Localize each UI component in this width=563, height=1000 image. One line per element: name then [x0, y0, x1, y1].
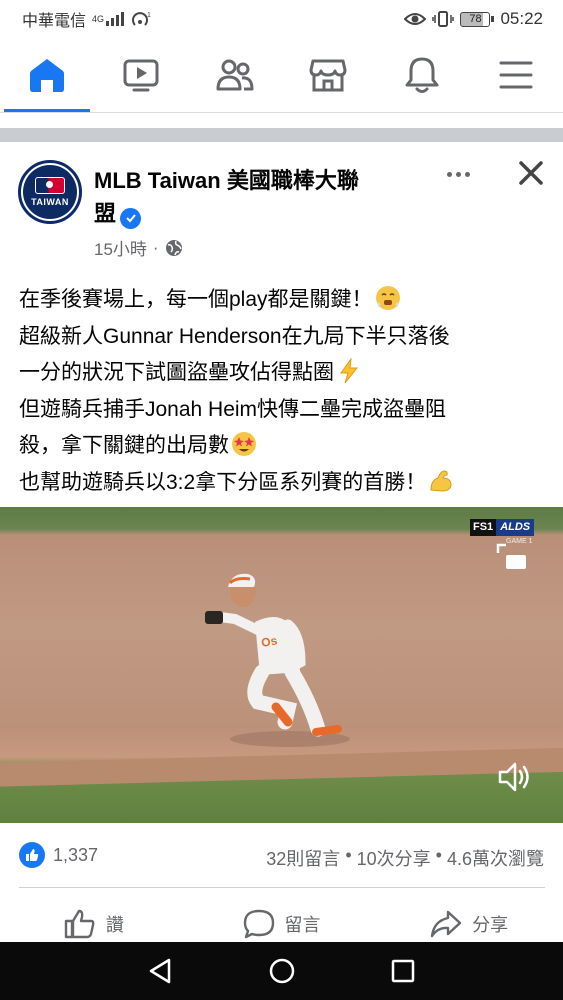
- video-icon: [123, 59, 159, 92]
- eye-icon: [404, 13, 427, 25]
- page-name-line1: MLB Taiwan 美國職棒大聯: [94, 168, 359, 193]
- avatar[interactable]: TAIWAN: [18, 160, 82, 224]
- avatar-text: TAIWAN: [31, 197, 69, 207]
- status-bar: 中華電信 4G 1 78 05:22: [0, 0, 563, 38]
- stats-separator: •: [340, 845, 357, 865]
- vibrate-icon: [432, 11, 455, 27]
- tab-friends[interactable]: [188, 38, 282, 112]
- comment-label: 留言: [284, 915, 321, 935]
- post-header: TAIWAN MLB Taiwan 美國職棒大聯 盟 15小時 ·: [0, 142, 563, 267]
- network-badge: FS1: [470, 519, 497, 536]
- stats-divider: [19, 887, 545, 888]
- star-struck-emoji-icon: [232, 432, 256, 456]
- post-line: 一分的狀況下試圖盜壘攻佔得點圈: [19, 355, 549, 392]
- post-line: 在季後賽場上，每一個play都是關鍵！: [19, 282, 549, 319]
- menu-icon: [499, 61, 533, 89]
- stats-separator: •: [430, 845, 447, 865]
- system-nav-bar: [0, 942, 563, 1000]
- post-line: 但遊騎兵捕手Jonah Heim快傳二壘完成盜壘阻: [19, 397, 447, 421]
- post-line: 殺，拿下關鍵的出局數: [19, 428, 549, 465]
- hotspot-icon: 1: [132, 12, 151, 26]
- clock: 05:22: [500, 9, 543, 28]
- comment-count[interactable]: 32則留言: [266, 845, 340, 871]
- tab-notifications[interactable]: [375, 38, 469, 112]
- friends-icon: [216, 59, 254, 91]
- reaction-summary[interactable]: 1,337: [19, 842, 98, 868]
- carrier-label: 中華電信: [22, 13, 87, 30]
- bell-icon: [405, 57, 439, 93]
- series-badge: ALDS: [496, 519, 535, 536]
- avatar-logo-area: TAIWAN: [23, 165, 77, 219]
- home-icon: [29, 59, 64, 92]
- svg-text:1: 1: [147, 12, 151, 19]
- page-name[interactable]: MLB Taiwan 美國職棒大聯 盟: [94, 164, 414, 230]
- meta-dot: ·: [152, 237, 159, 257]
- top-nav: [0, 38, 563, 112]
- tab-marketplace[interactable]: [281, 38, 375, 112]
- lightning-emoji-icon: [340, 358, 359, 384]
- post-text: 在季後賽場上，每一個play都是關鍵！ 超級新人Gunnar Henderson…: [19, 282, 549, 501]
- mlb-logo-icon: [35, 177, 65, 194]
- battery-icon: 78: [460, 11, 495, 27]
- tab-home[interactable]: [0, 38, 94, 112]
- flexed-bicep-emoji-icon: [430, 469, 452, 492]
- view-count: 4.6萬次瀏覽: [446, 849, 544, 869]
- like-label: 讚: [105, 915, 124, 935]
- picture-in-picture-icon[interactable]: [496, 543, 528, 571]
- reaction-count: 1,337: [53, 844, 99, 865]
- post-line: 也幫助遊騎兵以3:2拿下分區系列賽的首勝！: [19, 465, 549, 502]
- marketplace-icon: [309, 59, 347, 92]
- recents-icon[interactable]: [390, 958, 416, 984]
- home-circle-icon[interactable]: [268, 957, 296, 985]
- nav-divider: [0, 112, 563, 113]
- verified-badge-icon: [120, 207, 142, 229]
- battery-level: 78: [460, 11, 491, 27]
- status-left: 中華電信 4G 1: [22, 7, 152, 31]
- post-meta: 15小時 ·: [94, 235, 183, 260]
- like-reaction-icon: [19, 842, 45, 868]
- close-icon: [519, 161, 543, 185]
- runner-figure: Os: [205, 573, 350, 747]
- comment-icon: [243, 909, 274, 939]
- share-label: 分享: [472, 915, 509, 935]
- globe-icon: [165, 239, 182, 256]
- steam-face-emoji-icon: [375, 286, 400, 310]
- back-icon[interactable]: [147, 957, 175, 985]
- share-icon: [430, 910, 462, 938]
- tab-menu[interactable]: [469, 38, 563, 112]
- post-time[interactable]: 15小時: [94, 235, 147, 260]
- page-name-line2: 盟: [94, 201, 117, 226]
- broadcast-badge: FS1 ALDS: [470, 519, 535, 536]
- svg-text:Os: Os: [260, 633, 279, 650]
- more-options-button[interactable]: [440, 162, 476, 186]
- engagement-stats: 32則留言 • 10次分享 • 4.6萬次瀏覽: [266, 845, 544, 871]
- network-type: 4G: [92, 14, 105, 24]
- thumbs-up-icon: [64, 909, 95, 939]
- close-post-button[interactable]: [514, 156, 548, 190]
- signal-icon: [106, 12, 125, 26]
- volume-icon[interactable]: [496, 759, 532, 795]
- post-line: 超級新人Gunnar Henderson在九局下半只落後: [19, 324, 450, 348]
- feed-separator: [0, 128, 563, 142]
- status-right: 78 05:22: [404, 9, 543, 29]
- tab-video[interactable]: [94, 38, 188, 112]
- post-video[interactable]: Os FS1 ALDS GAME 1: [0, 507, 563, 823]
- share-count[interactable]: 10次分享: [357, 845, 431, 871]
